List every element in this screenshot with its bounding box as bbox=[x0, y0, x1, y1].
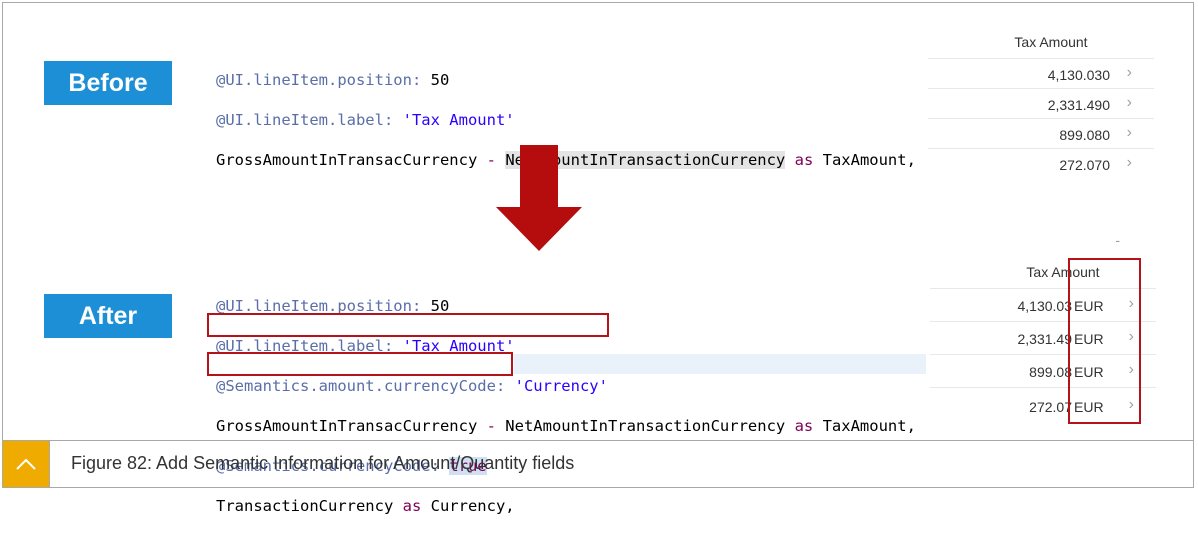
chevron-right-icon: › bbox=[1126, 94, 1132, 111]
tax-amount-table-before: Tax Amount 4,130.030 › 2,331.490 › 899.0… bbox=[928, 24, 1154, 178]
down-arrow-icon bbox=[496, 145, 582, 251]
divider bbox=[49, 441, 50, 487]
table-row[interactable]: 899.080 › bbox=[928, 118, 1154, 149]
collapse-up-icon[interactable] bbox=[3, 441, 49, 487]
amount-value: 899.080 bbox=[1059, 127, 1110, 143]
code-line: TransactionCurrency as Currency, bbox=[216, 497, 515, 515]
table-row[interactable]: 4,130.030 › bbox=[928, 58, 1154, 89]
amount-value: 272.07 bbox=[1029, 399, 1072, 415]
code-line: GrossAmountInTransacCurrency - NetAmount… bbox=[216, 417, 916, 435]
amount-value: 4,130.03 bbox=[1017, 298, 1073, 314]
chevron-right-icon: › bbox=[1126, 64, 1132, 81]
highlight-box-currency-column bbox=[1068, 258, 1141, 424]
code-line: @UI.lineItem.label: 'Tax Amount' bbox=[216, 111, 515, 129]
highlight-box-currency-code-true bbox=[207, 352, 513, 376]
amount-value: 2,331.490 bbox=[1047, 97, 1110, 113]
column-header: Tax Amount bbox=[1014, 34, 1088, 50]
highlight-box-currency-code-annotation bbox=[207, 313, 609, 337]
table-row[interactable]: 2,331.490 › bbox=[928, 88, 1154, 119]
code-line: @Semantics.amount.currencyCode: 'Currenc… bbox=[216, 377, 608, 395]
chevron-right-icon: › bbox=[1126, 154, 1132, 171]
chevron-right-icon: › bbox=[1126, 124, 1132, 141]
code-line: @UI.lineItem.position: 50 bbox=[216, 71, 450, 89]
amount-value: 4,130.030 bbox=[1047, 67, 1110, 83]
amount-value: 272.070 bbox=[1059, 157, 1110, 173]
before-label: Before bbox=[44, 61, 172, 105]
dash-mark: - bbox=[1115, 232, 1120, 248]
after-label: After bbox=[44, 294, 172, 338]
figure-caption: Figure 82: Add Semantic Information for … bbox=[71, 453, 575, 473]
amount-value: 899.08 bbox=[1029, 364, 1072, 380]
table-row[interactable]: 272.070 › bbox=[928, 148, 1154, 179]
amount-value: 2,331.49 bbox=[1017, 331, 1073, 347]
figure-caption-bar: Figure 82: Add Semantic Information for … bbox=[3, 440, 1193, 487]
